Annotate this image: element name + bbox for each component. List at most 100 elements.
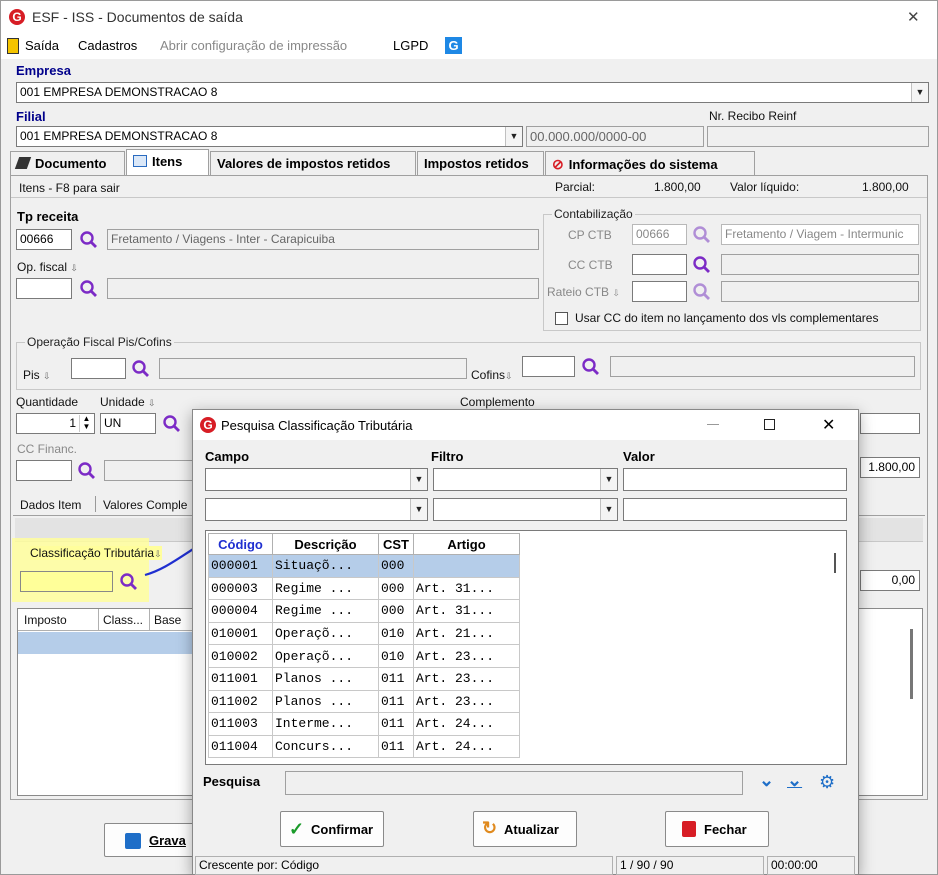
- empresa-select[interactable]: 001 EMPRESA DEMONSTRACAO 8 ▼: [16, 82, 929, 103]
- search-icon[interactable]: [77, 461, 97, 481]
- tp-receita-code[interactable]: 00666: [16, 229, 72, 250]
- chevron-down-icon[interactable]: ▼: [410, 469, 427, 490]
- chevrons-down-icon[interactable]: ⌄: [759, 770, 774, 791]
- cc-financ-code[interactable]: [16, 460, 72, 481]
- info-down-icon: ⇩: [70, 263, 78, 273]
- chevron-down-icon[interactable]: ▼: [600, 499, 617, 520]
- cell-descricao: Operaçõ...: [272, 621, 379, 646]
- cofins-code[interactable]: [522, 356, 575, 377]
- tab-impostos-retidos[interactable]: Impostos retidos: [417, 151, 544, 175]
- valor-input-2[interactable]: [623, 498, 847, 521]
- filtro-select-1[interactable]: ▼: [433, 468, 618, 491]
- campo-select-1[interactable]: ▼: [205, 468, 428, 491]
- spin-arrows-icon[interactable]: ▲ ▼: [79, 415, 93, 432]
- fechar-button[interactable]: Fechar: [665, 811, 769, 847]
- minimize-icon[interactable]: [707, 424, 719, 425]
- col-class[interactable]: Class...: [103, 613, 143, 627]
- confirmar-button[interactable]: ✓ Confirmar: [280, 811, 384, 847]
- table-row[interactable]: 010002 Operaçõ... 010 Art. 23...: [208, 644, 520, 668]
- table-row[interactable]: 011003 Interme... 011 Art. 24...: [208, 712, 520, 736]
- recibo-field[interactable]: [707, 126, 929, 147]
- scrollbar-thumb[interactable]: [834, 553, 836, 573]
- col-artigo[interactable]: Artigo: [413, 533, 520, 555]
- search-icon[interactable]: [79, 230, 99, 250]
- col-descricao[interactable]: Descrição: [272, 533, 379, 555]
- cell-codigo: 011004: [208, 734, 273, 759]
- status-time: 00:00:00: [767, 856, 855, 875]
- maximize-icon[interactable]: [764, 419, 775, 430]
- col-cst[interactable]: CST: [378, 533, 414, 555]
- table-row[interactable]: 011002 Planos ... 011 Art. 23...: [208, 689, 520, 714]
- quantidade-stepper[interactable]: 1 ▲ ▼: [16, 413, 95, 434]
- subtab-divider: [95, 496, 96, 512]
- menu-abrir-configuracao[interactable]: Abrir configuração de impressão: [160, 38, 347, 53]
- subtab-valores-comple[interactable]: Valores Comple: [103, 498, 187, 512]
- checkmark-icon: ✓: [289, 819, 305, 839]
- pis-label: Pis ⇩: [23, 368, 51, 382]
- cell-descricao: Interme...: [272, 712, 379, 736]
- subtab-dados-item[interactable]: Dados Item: [20, 498, 81, 512]
- valor-input-1[interactable]: [623, 468, 847, 491]
- cell-codigo: 000004: [208, 599, 273, 623]
- atualizar-button[interactable]: ↻ Atualizar: [473, 811, 577, 847]
- class-trib-field[interactable]: [20, 571, 113, 592]
- search-icon[interactable]: [131, 359, 151, 379]
- rateio-ctb-code[interactable]: [632, 281, 687, 302]
- tab-informacoes[interactable]: ⊘ Informações do sistema: [545, 151, 755, 175]
- table-row[interactable]: 010001 Operaçõ... 010 Art. 21...: [208, 621, 520, 646]
- usar-cc-checkbox[interactable]: [555, 312, 568, 325]
- cp-ctb-code[interactable]: 00666: [632, 224, 687, 245]
- campo-select-2[interactable]: ▼: [205, 498, 428, 521]
- class-trib-text: Classificação Tributária: [30, 546, 155, 560]
- table-row[interactable]: 000001 Situaçõ... 000: [208, 554, 520, 578]
- op-fiscal-code[interactable]: [16, 278, 72, 299]
- col-imposto[interactable]: Imposto: [24, 613, 67, 627]
- col-codigo[interactable]: Código: [208, 533, 273, 555]
- results-body: 000001 Situaçõ... 000 000003 Regime ... 000 Ar…: [208, 554, 520, 759]
- cell-cst: 010: [378, 644, 414, 668]
- scrollbar-thumb[interactable]: [910, 629, 913, 699]
- search-icon[interactable]: [581, 357, 601, 377]
- chevrons-down-end-icon[interactable]: ⌄: [787, 770, 802, 791]
- chevron-down-icon[interactable]: ▼: [505, 127, 522, 146]
- app-logo-icon: G: [9, 9, 25, 25]
- col-base[interactable]: Base: [154, 613, 181, 627]
- cc-ctb-code[interactable]: [632, 254, 687, 275]
- tab-itens[interactable]: Itens: [126, 149, 209, 176]
- filial-select[interactable]: 001 EMPRESA DEMONSTRACAO 8 ▼: [16, 126, 523, 147]
- menu-saida[interactable]: Saída: [25, 38, 59, 53]
- filtro-select-2[interactable]: ▼: [433, 498, 618, 521]
- close-icon[interactable]: ✕: [907, 8, 920, 26]
- imposto-grid-selected-row[interactable]: [18, 632, 198, 654]
- chevron-down-icon[interactable]: ▼: [410, 499, 427, 520]
- table-row[interactable]: 000003 Regime ... 000 Art. 31...: [208, 576, 520, 601]
- menu-lgpd[interactable]: LGPD: [393, 38, 428, 53]
- pis-code[interactable]: [71, 358, 126, 379]
- save-button[interactable]: Grava: [104, 823, 199, 857]
- search-icon[interactable]: [79, 279, 99, 299]
- chevron-down-icon[interactable]: ▼: [600, 469, 617, 490]
- cell-cst: 000: [378, 554, 414, 578]
- search-icon[interactable]: [119, 572, 139, 592]
- unidade-field[interactable]: UN: [100, 413, 156, 434]
- search-icon[interactable]: [692, 282, 712, 302]
- results-grid: Código Descrição CST Artigo 000001 Situaç…: [205, 530, 847, 765]
- menu-cadastros[interactable]: Cadastros: [78, 38, 137, 53]
- table-row[interactable]: 011004 Concurs... 011 Art. 24...: [208, 734, 520, 759]
- chevron-down-icon[interactable]: ▼: [911, 83, 928, 102]
- search-icon[interactable]: [692, 225, 712, 245]
- close-icon[interactable]: ✕: [822, 415, 835, 435]
- complemento-field[interactable]: [860, 413, 920, 434]
- g-brand-icon[interactable]: G: [445, 37, 462, 54]
- cell-artigo: Art. 23...: [413, 689, 520, 714]
- tab-documento[interactable]: Documento: [10, 151, 125, 175]
- tab-valores-retidos[interactable]: Valores de impostos retidos: [210, 151, 416, 175]
- liquido-value: 1.800,00: [862, 180, 909, 194]
- search-icon[interactable]: [692, 255, 712, 275]
- gear-icon[interactable]: ⚙: [819, 772, 835, 793]
- table-row[interactable]: 011001 Planos ... 011 Art. 23...: [208, 666, 520, 691]
- pesquisa-input[interactable]: [285, 771, 743, 795]
- table-row[interactable]: 000004 Regime ... 000 Art. 31...: [208, 599, 520, 623]
- search-icon[interactable]: [162, 414, 182, 434]
- cell-codigo: 011003: [208, 712, 273, 736]
